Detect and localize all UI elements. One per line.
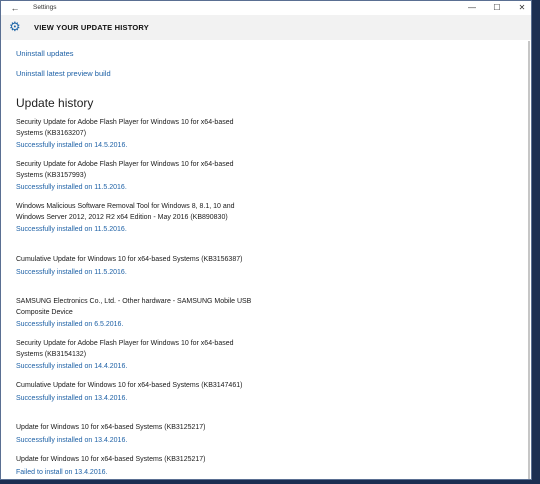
page-title: VIEW YOUR UPDATE HISTORY (34, 23, 149, 32)
uninstall-updates-link[interactable]: Uninstall updates (16, 49, 74, 58)
update-status-link[interactable]: Successfully installed on 11.5.2016. (16, 268, 256, 278)
update-name: Windows Malicious Software Removal Tool … (16, 203, 235, 221)
update-status-link[interactable]: Failed to install on 13.4.2016. (16, 468, 256, 478)
update-name: Security Update for Adobe Flash Player f… (16, 340, 234, 358)
update-status-link[interactable]: Successfully installed on 13.4.2016. (16, 394, 256, 404)
update-status-link[interactable]: Successfully installed on 11.5.2016. (16, 225, 256, 235)
update-item: SAMSUNG Electronics Co., Ltd. - Other ha… (16, 297, 256, 330)
update-item: Security Update for Adobe Flash Player f… (16, 118, 256, 151)
update-name: Cumulative Update for Windows 10 for x64… (16, 256, 243, 263)
update-name: Update for Windows 10 for x64-based Syst… (16, 424, 206, 431)
settings-window: ← Settings — ☐ ✕ ⚙ VIEW YOUR UPDATE HIST… (0, 0, 532, 480)
back-arrow-icon[interactable]: ← (9, 2, 21, 14)
update-item: Windows Malicious Software Removal Tool … (16, 202, 256, 235)
update-item: Update for Windows 10 for x64-based Syst… (16, 455, 256, 478)
update-status-link[interactable]: Successfully installed on 14.5.2016. (16, 141, 256, 151)
gear-icon: ⚙ (9, 19, 21, 34)
minimize-button[interactable]: — (465, 2, 479, 14)
update-status-link[interactable]: Successfully installed on 14.4.2016. (16, 362, 256, 372)
maximize-button[interactable]: ☐ (490, 2, 504, 14)
update-status-link[interactable]: Successfully installed on 6.5.2016. (16, 320, 256, 330)
close-button[interactable]: ✕ (515, 2, 529, 14)
update-name: Security Update for Adobe Flash Player f… (16, 161, 234, 179)
update-item: Update for Windows 10 for x64-based Syst… (16, 423, 256, 446)
update-name: Cumulative Update for Windows 10 for x64… (16, 382, 243, 389)
update-item: Security Update for Adobe Flash Player f… (16, 339, 256, 372)
uninstall-preview-build-link[interactable]: Uninstall latest preview build (16, 69, 111, 78)
update-name: Security Update for Adobe Flash Player f… (16, 119, 234, 137)
section-title: Update history (16, 96, 94, 110)
update-item: Cumulative Update for Windows 10 for x64… (16, 381, 256, 404)
scrollbar[interactable] (528, 41, 530, 479)
update-item: Security Update for Adobe Flash Player f… (16, 160, 256, 193)
window-title: Settings (33, 4, 57, 11)
update-name: Update for Windows 10 for x64-based Syst… (16, 456, 206, 463)
update-item: Cumulative Update for Windows 10 for x64… (16, 255, 256, 278)
page-header: ⚙ VIEW YOUR UPDATE HISTORY (1, 15, 531, 40)
title-bar: ← Settings — ☐ ✕ (1, 1, 531, 15)
update-name: SAMSUNG Electronics Co., Ltd. - Other ha… (16, 298, 252, 316)
update-status-link[interactable]: Successfully installed on 11.5.2016. (16, 183, 256, 193)
update-status-link[interactable]: Successfully installed on 13.4.2016. (16, 436, 256, 446)
